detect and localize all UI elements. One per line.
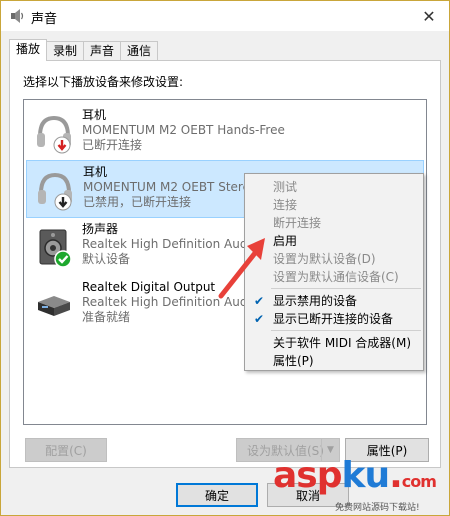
- watermark-logo: aspku.com: [273, 455, 437, 496]
- tab-communications[interactable]: 通信: [120, 41, 159, 61]
- tab-sounds[interactable]: 声音: [83, 41, 122, 61]
- annotation-arrow-icon: [218, 238, 265, 299]
- menu-separator: [271, 288, 421, 289]
- device-status: 已断开连接: [82, 138, 143, 152]
- context-menu: 测试 连接 断开连接 启用 设置为默认设备(D) 设置为默认通信设备(C) ✔ …: [244, 173, 424, 371]
- sound-dialog: 声音 ✕ 播放 录制 声音 通信 选择以下播放设备来修改设置: 耳机 MOMEN…: [0, 0, 450, 516]
- menu-item-disconnect[interactable]: 断开连接: [247, 214, 421, 232]
- instruction-text: 选择以下播放设备来修改设置:: [23, 75, 184, 89]
- checkmark-icon: ✔: [254, 312, 265, 326]
- configure-button[interactable]: 配置(C): [25, 438, 107, 462]
- tab-strip: 播放 录制 声音 通信: [9, 39, 159, 61]
- device-model: MOMENTUM M2 OEBT Hands-Free: [82, 123, 285, 137]
- menu-item-test[interactable]: 测试: [247, 178, 421, 196]
- menu-item-show-disconnected[interactable]: ✔ 显示已断开连接的设备: [247, 310, 421, 328]
- device-name: 耳机: [83, 165, 108, 179]
- site-watermark: aspku.com 免费网站源码下载站!: [273, 455, 449, 515]
- menu-item-enable[interactable]: 启用: [247, 232, 421, 250]
- device-item-headphones-handsfree[interactable]: 耳机 MOMENTUM M2 OEBT Hands-Free 已断开连接: [26, 104, 424, 162]
- menu-item-label: 显示禁用的设备: [273, 294, 358, 308]
- menu-item-about-midi[interactable]: 关于软件 MIDI 合成器(M): [247, 334, 421, 352]
- window-title: 声音: [31, 12, 58, 27]
- menu-item-connect[interactable]: 连接: [247, 196, 421, 214]
- close-icon: ✕: [422, 6, 436, 26]
- device-name: 耳机: [82, 108, 107, 122]
- watermark-tagline: 免费网站源码下载站!: [335, 503, 420, 513]
- headphones-icon: [37, 115, 71, 154]
- digital-output-icon: [38, 296, 70, 316]
- menu-item-properties[interactable]: 属性(P): [247, 352, 421, 370]
- title-bar[interactable]: 声音 ✕: [1, 1, 449, 31]
- tab-recording[interactable]: 录制: [46, 41, 85, 61]
- menu-separator: [271, 330, 421, 331]
- headphones-icon: [38, 172, 72, 211]
- menu-item-set-default[interactable]: 设置为默认设备(D): [247, 250, 421, 268]
- speaker-icon: [39, 229, 72, 268]
- menu-item-label: 显示已断开连接的设备: [273, 312, 394, 326]
- device-status: 已禁用，已断开连接: [83, 195, 192, 209]
- menu-item-set-default-comm[interactable]: 设置为默认通信设备(C): [247, 268, 421, 286]
- speaker-app-icon: [11, 9, 24, 23]
- close-button[interactable]: ✕: [409, 1, 449, 31]
- ok-button[interactable]: 确定: [176, 483, 258, 507]
- tab-playback[interactable]: 播放: [9, 39, 48, 61]
- device-status: 准备就绪: [82, 310, 131, 324]
- device-model: MOMENTUM M2 OEBT Stereo: [83, 180, 258, 194]
- menu-item-show-disabled[interactable]: ✔ 显示禁用的设备: [247, 292, 421, 310]
